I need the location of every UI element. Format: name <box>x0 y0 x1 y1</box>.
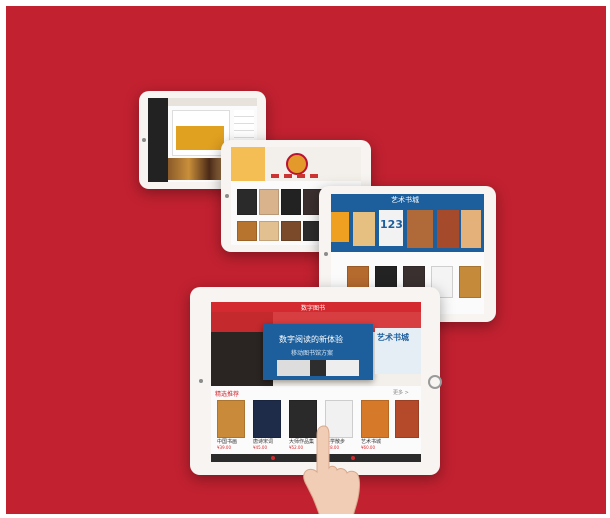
book-cover <box>281 189 301 215</box>
book-cover <box>237 189 257 215</box>
hero-devices <box>277 360 359 376</box>
section-title: 精选推荐 <box>215 391 240 398</box>
tablet-3-portrait <box>461 210 481 248</box>
section-more-link[interactable]: 更多 > <box>393 389 409 396</box>
book-cover <box>259 189 279 215</box>
tablet-1-header-bar <box>168 98 257 106</box>
tablet-3-number: 123 <box>380 218 403 231</box>
tablet-3-header-title: 艺术书城 <box>391 196 419 204</box>
camera-icon <box>199 379 203 383</box>
hero-side-title: 艺术书城 <box>377 333 409 342</box>
hero-banner-headline: 数字阅读的新体验 <box>279 335 343 344</box>
tablet-1-sidebar <box>148 98 168 182</box>
book-price: ¥45.00 <box>253 445 267 450</box>
book-cover <box>237 221 257 241</box>
promo-background: 艺术书城 123 数字图书 数字阅读的新体验 移动图书馆方案 艺术书城 精选推荐… <box>6 6 606 514</box>
book-item[interactable] <box>395 400 419 454</box>
book-cover <box>259 221 279 241</box>
tablet-4-topbar-title: 数字图书 <box>301 305 326 312</box>
hand-icon <box>286 424 366 514</box>
book-price: ¥39.00 <box>217 445 231 450</box>
hero-banner-card[interactable]: 数字阅读的新体验 移动图书馆方案 <box>263 324 373 380</box>
book-cover <box>459 266 481 298</box>
tablet-3-banner: 123 <box>331 206 484 252</box>
book-item[interactable]: 中国书画 ¥39.00 <box>217 400 247 454</box>
tablet-2-orange-tab <box>231 147 265 181</box>
camera-icon <box>225 194 229 198</box>
book-cover <box>395 400 419 438</box>
tablet-4-topbar: 数字图书 <box>211 302 421 312</box>
book-cover <box>217 400 245 438</box>
nav-dot[interactable] <box>271 456 275 460</box>
book-title: 唐诗宋词 <box>253 439 274 445</box>
camera-icon <box>324 252 328 256</box>
tablet-3-portrait <box>407 210 433 248</box>
tablet-3-cover <box>353 212 375 246</box>
book-cover <box>281 221 301 241</box>
book-title: 中国书画 <box>217 439 238 445</box>
tablet-3-number-block: 123 <box>379 210 403 246</box>
home-button-icon[interactable] <box>428 375 442 389</box>
tablet-3-portrait <box>437 210 459 248</box>
tablet-2-tabs <box>271 174 321 178</box>
hero-side-panel: 艺术书城 <box>375 328 421 374</box>
book-cover <box>253 400 281 438</box>
book-item[interactable]: 唐诗宋词 ¥45.00 <box>253 400 283 454</box>
avatar <box>286 153 308 175</box>
tablet-1-banner <box>176 126 224 150</box>
tablet-3-orange-block <box>331 212 349 242</box>
section-header: 精选推荐 更多 > <box>211 388 421 398</box>
camera-icon <box>142 138 146 142</box>
tablet-4-hero: 数字阅读的新体验 移动图书馆方案 艺术书城 <box>211 312 421 386</box>
hero-banner-subtitle: 移动图书馆方案 <box>291 350 334 357</box>
hand-icon-svg <box>303 425 360 514</box>
tablet-3-header: 艺术书城 <box>331 194 484 206</box>
